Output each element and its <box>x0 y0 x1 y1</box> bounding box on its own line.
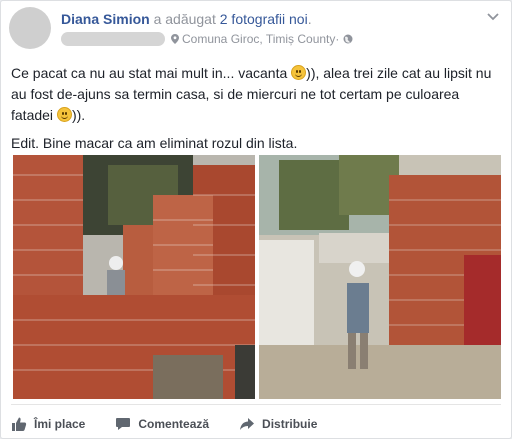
post-actions-bar: Îmi place Comentează Distribuie <box>11 413 347 435</box>
post-card: Diana Simion a adăugat 2 fotografii noi.… <box>0 0 512 439</box>
actions-divider <box>11 404 501 405</box>
smiley-emoji <box>56 107 72 122</box>
post-meta: Comuna Giroc, Timiș County · <box>61 32 353 46</box>
photo-child-standing-in-yard[interactable] <box>259 155 501 399</box>
post-action: a adăugat 2 fotografii noi. <box>150 11 312 27</box>
tagged-name-redacted <box>61 32 165 46</box>
location-separator: · <box>335 32 340 46</box>
globe-icon[interactable] <box>343 34 353 44</box>
post-text-part-a: Ce pacat ca nu au stat mai mult in... va… <box>11 65 292 81</box>
post-paragraph-2: Edit. Bine macar ca am eliminat rozul di… <box>11 135 298 151</box>
photo-2-illustration <box>259 155 501 399</box>
like-button[interactable]: Îmi place <box>11 416 85 432</box>
map-pin-icon <box>171 34 179 44</box>
comment-icon <box>116 418 131 430</box>
photo-child-in-brick-house-room[interactable] <box>13 155 255 399</box>
chevron-down-icon[interactable] <box>487 13 499 21</box>
thumbs-up-icon <box>12 417 27 431</box>
smiley-emoji <box>291 65 307 80</box>
avatar[interactable] <box>9 7 51 49</box>
action-prefix: a adăugat <box>149 11 220 27</box>
post-header: Diana Simion a adăugat 2 fotografii noi. <box>61 11 312 27</box>
action-suffix: . <box>307 11 312 27</box>
photos-link[interactable]: 2 fotografii noi <box>220 11 308 27</box>
share-label: Distribuie <box>262 417 318 431</box>
comment-button[interactable]: Comentează <box>115 416 209 432</box>
comment-label: Comentează <box>138 417 210 431</box>
post-paragraph-1: Ce pacat ca nu au stat mai mult in... va… <box>11 63 499 126</box>
like-label: Îmi place <box>34 417 86 431</box>
share-button[interactable]: Distribuie <box>239 416 317 432</box>
author-name[interactable]: Diana Simion <box>61 11 150 27</box>
post-text-part-c: )). <box>71 107 86 123</box>
photo-grid <box>13 155 501 399</box>
share-arrow-icon <box>240 418 255 430</box>
location-text[interactable]: Comuna Giroc, Timiș County <box>182 32 335 46</box>
photo-1-illustration <box>13 155 255 399</box>
post-text: Ce pacat ca nu au stat mai mult in... va… <box>11 63 499 161</box>
